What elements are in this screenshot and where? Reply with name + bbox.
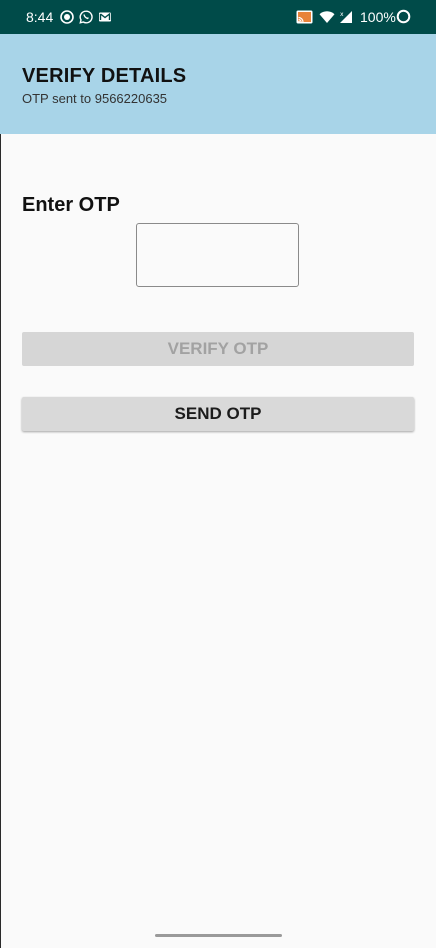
gmail-icon bbox=[99, 12, 111, 22]
window-edge bbox=[0, 0, 1, 948]
send-otp-button[interactable]: SEND OTP bbox=[22, 397, 414, 431]
otp-input[interactable] bbox=[136, 223, 299, 287]
page-title: VERIFY DETAILS bbox=[22, 65, 187, 87]
enter-otp-label: Enter OTP bbox=[22, 194, 120, 216]
signal-icon: x bbox=[340, 11, 352, 23]
status-time: 8:44 bbox=[26, 9, 54, 25]
otp-sent-subtitle: OTP sent to 9566220635 bbox=[22, 91, 168, 106]
cast-icon bbox=[296, 10, 313, 24]
whatsapp-icon bbox=[79, 10, 93, 24]
battery-percentage: 100% bbox=[360, 9, 396, 25]
gesture-navigation-bar[interactable] bbox=[155, 934, 282, 937]
status-bar: 8:44 x 100% bbox=[0, 0, 436, 34]
app-header: VERIFY DETAILS OTP sent to 9566220635 bbox=[0, 34, 436, 134]
verify-otp-button[interactable]: VERIFY OTP bbox=[22, 332, 414, 366]
record-icon bbox=[60, 10, 74, 24]
battery-icon bbox=[396, 9, 411, 24]
wifi-icon bbox=[319, 11, 335, 23]
svg-text:x: x bbox=[340, 11, 344, 18]
